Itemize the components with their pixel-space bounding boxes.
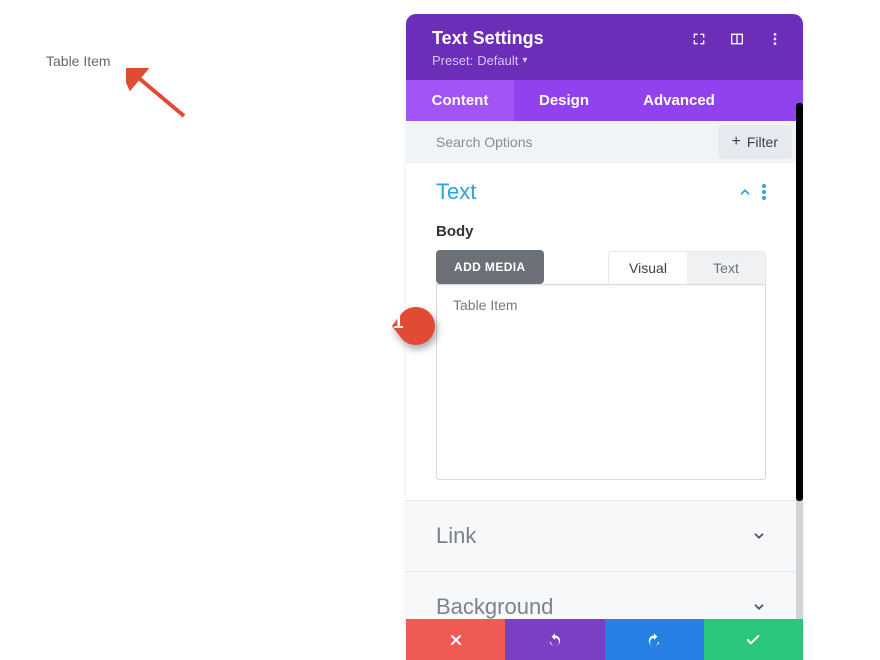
- save-button[interactable]: [704, 619, 803, 660]
- cancel-button[interactable]: [406, 619, 505, 660]
- panel-layout-icon[interactable]: [729, 31, 745, 47]
- preset-selector[interactable]: Preset: Default ▾: [432, 53, 783, 68]
- collapse-icon[interactable]: [738, 185, 752, 199]
- redo-button[interactable]: [605, 619, 704, 660]
- editor-content[interactable]: Table Item: [437, 285, 765, 479]
- editor-tab-visual[interactable]: Visual: [609, 252, 687, 284]
- scrollbar-thumb[interactable]: [796, 103, 803, 501]
- page-preview-text: Table Item: [46, 53, 111, 69]
- section-background-title: Background: [436, 594, 553, 620]
- add-media-button[interactable]: ADD MEDIA: [436, 250, 544, 284]
- plus-icon: +: [732, 135, 741, 149]
- resize-handle[interactable]: [751, 465, 763, 477]
- body-label: Body: [436, 223, 766, 240]
- section-link-title: Link: [436, 523, 476, 549]
- expand-icon[interactable]: [691, 31, 707, 47]
- annotation-arrow: [126, 68, 196, 123]
- filter-label: Filter: [747, 134, 778, 150]
- expand-icon: [752, 600, 766, 614]
- editor-tabs: Visual Text: [608, 251, 766, 284]
- caret-down-icon: ▾: [522, 55, 527, 66]
- editor-tab-text[interactable]: Text: [687, 252, 765, 284]
- filter-button[interactable]: + Filter: [718, 125, 792, 159]
- settings-tabs: Content Design Advanced: [406, 80, 803, 121]
- panel-footer: [406, 619, 803, 660]
- section-text: Text Body ADD MEDIA Visual Text: [406, 163, 796, 501]
- panel-title: Text Settings: [432, 28, 544, 49]
- search-row: + Filter: [406, 121, 796, 163]
- more-options-icon[interactable]: [767, 31, 783, 47]
- section-link[interactable]: Link: [406, 501, 796, 572]
- section-more-icon[interactable]: [762, 184, 766, 200]
- preset-label: Preset:: [432, 53, 473, 68]
- editor-area: Table Item: [436, 284, 766, 480]
- preset-value: Default: [477, 53, 518, 68]
- panel-header: Text Settings Preset: Default ▾: [406, 14, 803, 80]
- tab-content[interactable]: Content: [406, 80, 514, 121]
- text-settings-panel: Text Settings Preset: Default ▾ Content …: [406, 14, 803, 628]
- tab-design[interactable]: Design: [514, 80, 614, 121]
- undo-button[interactable]: [505, 619, 604, 660]
- annotation-number: 1: [393, 312, 404, 334]
- expand-icon: [752, 529, 766, 543]
- tab-advanced[interactable]: Advanced: [614, 80, 744, 121]
- search-input[interactable]: [406, 122, 718, 162]
- section-text-title[interactable]: Text: [436, 179, 476, 205]
